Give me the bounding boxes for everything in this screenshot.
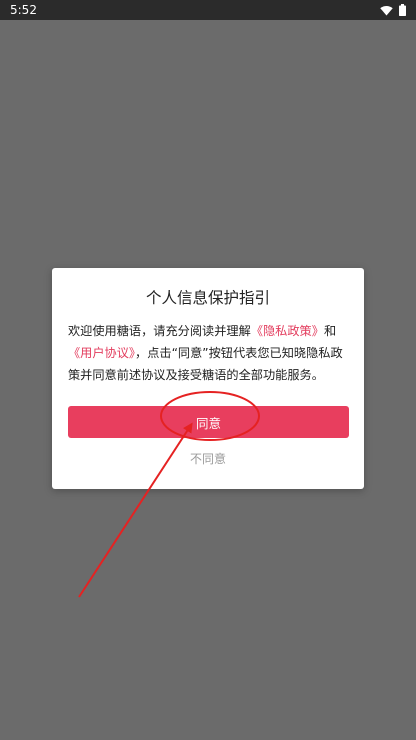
- battery-icon: [399, 4, 406, 16]
- agree-button[interactable]: 同意: [68, 406, 349, 438]
- privacy-dialog: 个人信息保护指引 欢迎使用糖语，请充分阅读并理解《隐私政策》和 《用户协议》，点击…: [52, 268, 364, 489]
- body-text-1: 欢迎使用糖语，请充分阅读并理解: [68, 324, 251, 338]
- status-bar: 5:52: [0, 0, 416, 20]
- privacy-policy-link[interactable]: 《隐私政策》: [251, 324, 324, 338]
- disagree-button[interactable]: 不同意: [52, 450, 364, 467]
- body-text-2: 和: [323, 324, 337, 338]
- user-agreement-link[interactable]: 《用户协议》: [68, 346, 135, 360]
- status-time: 5:52: [10, 3, 37, 17]
- dialog-title: 个人信息保护指引: [145, 289, 270, 307]
- status-icons: [380, 4, 406, 16]
- dialog-body: 欢迎使用糖语，请充分阅读并理解《隐私政策》和 《用户协议》，点击“同意”按钮代表您…: [68, 320, 350, 386]
- wifi-icon: [380, 5, 393, 15]
